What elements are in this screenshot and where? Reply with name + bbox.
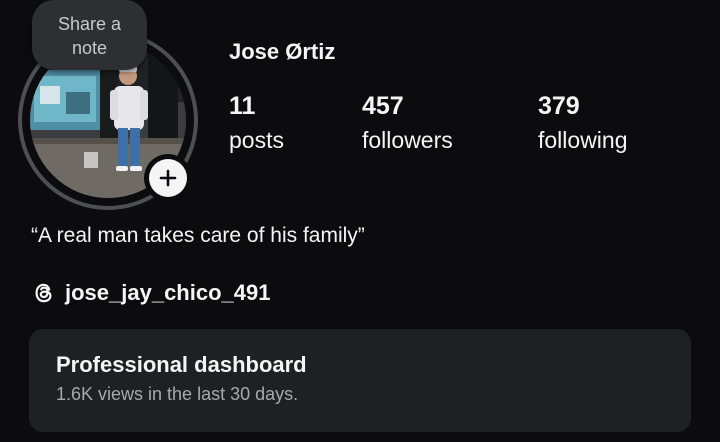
threads-icon xyxy=(35,283,52,303)
add-story-button-inner xyxy=(149,159,187,197)
posts-stat[interactable]: 11 posts xyxy=(229,91,284,156)
profile-bio: “A real man takes care of his family” xyxy=(31,224,365,247)
professional-dashboard-card[interactable]: Professional dashboard 1.6K views in the… xyxy=(29,329,691,432)
posts-label: posts xyxy=(229,127,284,153)
dashboard-title: Professional dashboard xyxy=(56,352,307,377)
followers-label: followers xyxy=(362,127,453,153)
followers-count: 457 xyxy=(362,92,404,120)
plus-icon xyxy=(159,169,177,187)
following-stat[interactable]: 379 following xyxy=(538,91,628,156)
threads-profile-link[interactable]: jose_jay_chico_491 xyxy=(31,278,270,308)
posts-count: 11 xyxy=(229,92,256,120)
share-note-label: Share a note xyxy=(57,14,122,58)
following-count: 379 xyxy=(538,92,580,120)
followers-stat[interactable]: 457 followers xyxy=(362,91,453,156)
add-story-button[interactable] xyxy=(144,154,192,202)
share-note-bubble[interactable]: Share a note xyxy=(32,0,147,70)
threads-handle: jose_jay_chico_491 xyxy=(65,280,271,305)
dashboard-subtitle: 1.6K views in the last 30 days. xyxy=(56,384,299,404)
profile-username: Jose Ørtiz xyxy=(229,39,336,64)
profile-header: Share a note Jose Ørtiz 11 posts 457 fol… xyxy=(0,0,720,320)
following-label: following xyxy=(538,127,628,153)
